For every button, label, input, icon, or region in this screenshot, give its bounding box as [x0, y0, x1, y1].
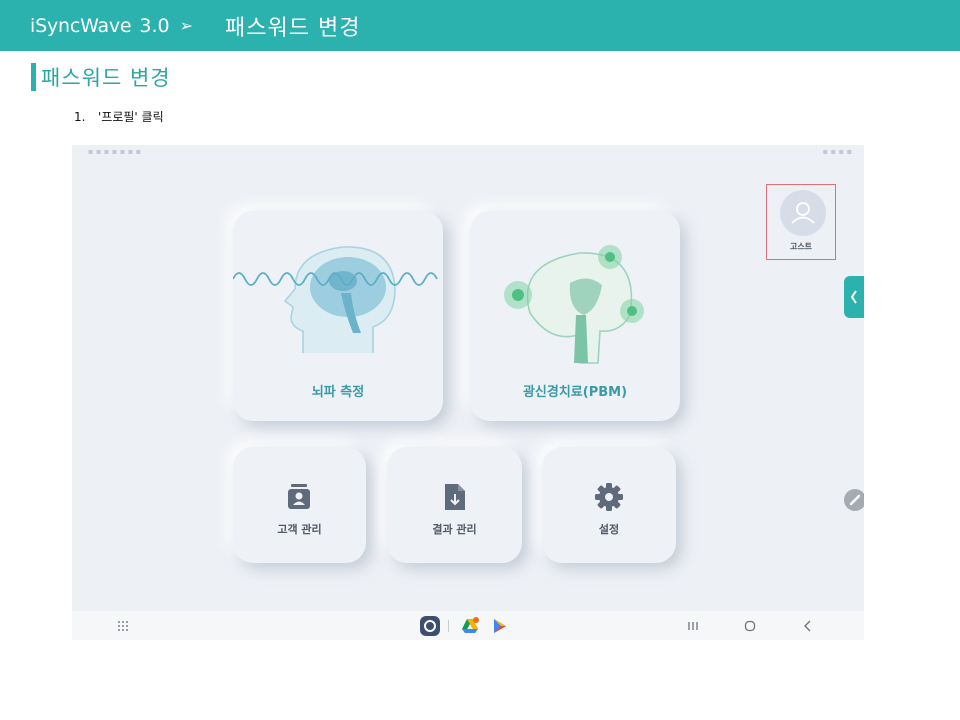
- eeg-measurement-card[interactable]: 뇌파 측정: [233, 211, 443, 421]
- gear-icon: [595, 483, 623, 511]
- profile-name: 고스트: [789, 242, 813, 251]
- results-management-card[interactable]: 결과 관리: [387, 447, 522, 563]
- section-title: 패스워드 변경: [41, 66, 171, 90]
- home-icon[interactable]: [741, 611, 759, 640]
- header-bar: iSyncWave 3.0 ➢ 패스워드 변경: [0, 0, 960, 51]
- arrow-icon: ➢: [179, 16, 194, 35]
- profile-avatar[interactable]: [780, 190, 826, 236]
- settings-label: 설정: [598, 523, 620, 536]
- recents-icon[interactable]: [684, 611, 702, 640]
- step-text: '프로필' 클릭: [98, 110, 164, 124]
- dock-app-settings[interactable]: [419, 611, 441, 640]
- dock-divider: [445, 611, 451, 640]
- play-store-icon: [494, 618, 506, 633]
- step-item: 1. '프로필' 클릭: [74, 108, 164, 125]
- contact-card-icon: [288, 484, 310, 509]
- edit-button[interactable]: [844, 489, 864, 511]
- app-name: iSyncWave: [30, 14, 132, 37]
- customer-management-label: 고객 관리: [277, 523, 322, 536]
- heading-accent-bar: [31, 63, 36, 91]
- customer-management-card[interactable]: 고객 관리: [233, 447, 366, 563]
- profile-button[interactable]: 고스트: [766, 184, 836, 260]
- tablet-screenshot: ▪ ▪ ▪ ▪ ▪ ▪ ▪ ▪ ▪ ▪ ▪ 고스트 뇌파 측정 광신경치료(PB…: [72, 145, 864, 640]
- header-title: 패스워드 변경: [225, 15, 361, 41]
- settings-card[interactable]: 설정: [542, 447, 676, 563]
- drive-app-icon: [462, 616, 479, 633]
- status-left: ▪ ▪ ▪ ▪ ▪ ▪ ▪: [88, 147, 142, 156]
- system-nav-bar: [72, 611, 864, 640]
- file-download-icon: [445, 484, 465, 510]
- status-right: ▪ ▪ ▪ ▪: [822, 147, 852, 156]
- step-number: 1.: [74, 110, 86, 124]
- back-icon[interactable]: [799, 611, 817, 640]
- app-grid-icon[interactable]: [114, 611, 132, 640]
- brain-wave-icon: [233, 246, 438, 353]
- pbm-therapy-card[interactable]: 광신경치료(PBM): [470, 211, 680, 421]
- status-bar: ▪ ▪ ▪ ▪ ▪ ▪ ▪ ▪ ▪ ▪ ▪: [72, 145, 864, 159]
- section-heading: 패스워드 변경: [31, 63, 171, 91]
- person-icon: [791, 202, 815, 224]
- results-management-label: 결과 관리: [432, 523, 477, 536]
- chevron-left-icon: [850, 290, 857, 304]
- brain-light-icon: [504, 245, 644, 364]
- dock-app-play-store[interactable]: [490, 611, 510, 640]
- side-drawer-tab[interactable]: [844, 276, 864, 318]
- app-version: 3.0: [139, 14, 170, 37]
- dock-app-drive[interactable]: [458, 611, 482, 640]
- eeg-measurement-label: 뇌파 측정: [311, 385, 365, 400]
- settings-app-icon: [420, 615, 440, 636]
- pencil-icon: [849, 494, 861, 506]
- pbm-therapy-label: 광신경치료(PBM): [522, 385, 628, 400]
